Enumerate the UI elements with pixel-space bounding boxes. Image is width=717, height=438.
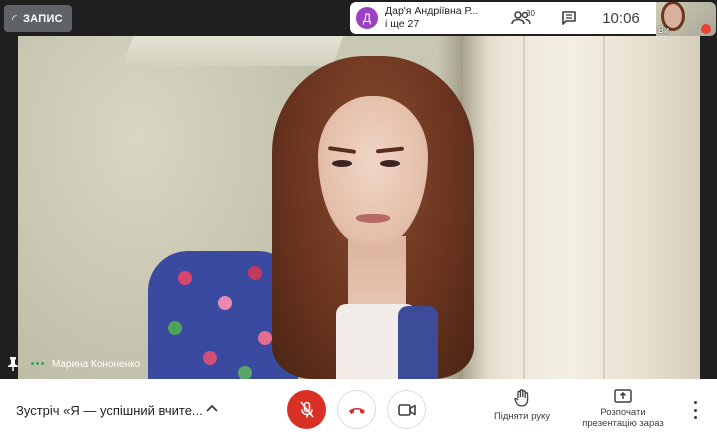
- bottom-toolbar: Зустріч «Я — успішний вчите... Підняти р…: [0, 379, 717, 438]
- camera-icon: [397, 403, 416, 416]
- raise-hand-icon: [514, 389, 529, 407]
- raise-hand-button[interactable]: Підняти руку: [490, 389, 554, 422]
- hangup-icon: [348, 407, 365, 414]
- participant-video: [18, 36, 700, 379]
- top-panel: 30 10:06: [495, 2, 659, 34]
- people-count: 30: [526, 9, 535, 18]
- speaker-name: Марина Кононенко: [52, 359, 141, 370]
- present-screen-icon: [614, 389, 632, 403]
- face: [318, 96, 428, 246]
- chat-button[interactable]: [547, 2, 591, 34]
- present-now-button[interactable]: Розпочати презентацію зараз: [576, 389, 670, 429]
- self-view-thumbnail[interactable]: Ви: [656, 2, 716, 36]
- record-button[interactable]: ◜ ЗАПИС: [4, 5, 72, 32]
- chat-icon: [562, 11, 576, 25]
- participant-name: Дар'я Андріївна Р...: [385, 5, 479, 17]
- mic-off-icon: [701, 24, 711, 34]
- present-label-line2: презентацію зараз: [582, 418, 664, 429]
- avatar: Д: [356, 7, 378, 29]
- people-button[interactable]: 30: [495, 2, 547, 34]
- mic-toggle-button[interactable]: [287, 390, 326, 429]
- clock: 10:06: [602, 9, 640, 27]
- record-spinner-icon: ◜: [12, 11, 17, 26]
- record-label: ЗАПИС: [22, 12, 63, 25]
- participants-chip[interactable]: Д Дар'я Андріївна Р... і ще 27: [350, 2, 495, 34]
- participant-others: і ще 27: [385, 18, 420, 30]
- camera-toggle-button[interactable]: [387, 390, 426, 429]
- pin-icon[interactable]: [6, 356, 20, 372]
- main-video-feed: [0, 0, 717, 379]
- raise-hand-label: Підняти руку: [493, 411, 551, 422]
- more-vert-icon[interactable]: [688, 401, 702, 419]
- chevron-up-icon[interactable]: [205, 402, 219, 416]
- mic-off-icon: [299, 401, 314, 417]
- present-label-line1: Розпочати: [600, 407, 646, 418]
- meeting-title[interactable]: Зустріч «Я — успішний вчите...: [16, 403, 203, 418]
- hangup-button[interactable]: [337, 390, 376, 429]
- speaking-dots-icon: [31, 362, 44, 365]
- self-label: Ви: [658, 25, 670, 35]
